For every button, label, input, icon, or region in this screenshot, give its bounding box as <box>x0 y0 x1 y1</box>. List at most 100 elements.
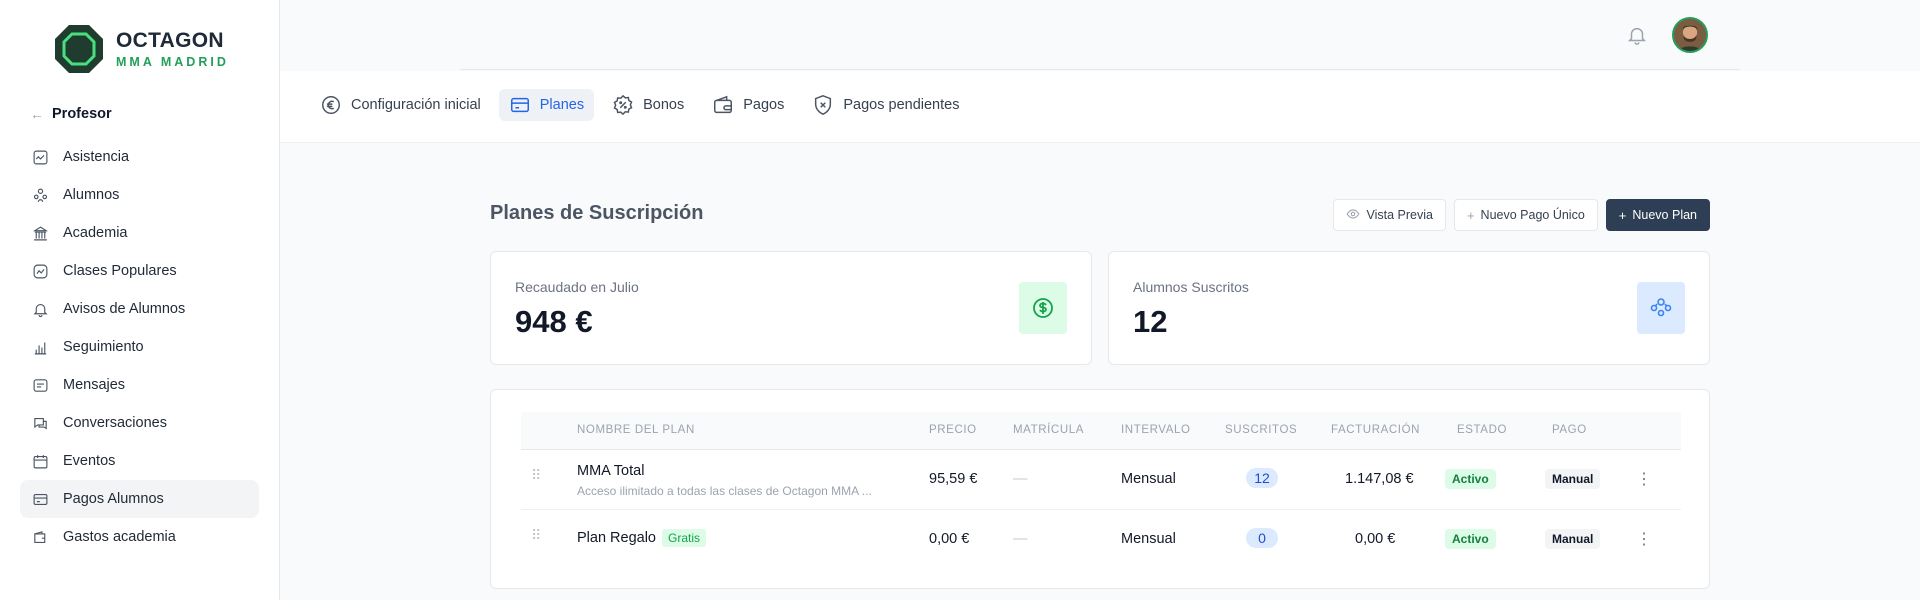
trend-icon <box>31 262 49 280</box>
stat-value: 948 € <box>515 304 593 339</box>
tab-label: Configuración inicial <box>351 97 481 113</box>
payment-method-badge: Manual <box>1545 469 1601 489</box>
subscribed-count-badge: 12 <box>1246 468 1278 488</box>
shield-x-icon <box>812 94 834 116</box>
th-subscribed: SUSCRITOS <box>1225 424 1298 436</box>
tabs: Configuración inicial Planes Bonos Pagos… <box>310 89 969 121</box>
notifications-bell-icon[interactable] <box>1626 24 1648 46</box>
plan-billing: 0,00 € <box>1355 531 1396 547</box>
th-name: NOMBRE DEL PLAN <box>577 424 695 436</box>
users-icon <box>1637 282 1685 334</box>
tab-label: Bonos <box>643 97 685 113</box>
sidebar-item-label: Eventos <box>63 453 116 469</box>
avatar-image <box>1674 19 1706 51</box>
tab-pagos[interactable]: Pagos <box>702 89 794 121</box>
wallet-icon <box>31 528 49 546</box>
sidebar-item-label: Alumnos <box>63 187 120 203</box>
back-link-label: Profesor <box>52 106 112 122</box>
plans-table: NOMBRE DEL PLAN PRECIO MATRÍCULA INTERVA… <box>490 389 1710 589</box>
status-badge: Activo <box>1445 469 1496 489</box>
sidebar-item-label: Clases Populares <box>63 263 177 279</box>
sidebar-item-mensajes[interactable]: Mensajes <box>20 366 259 404</box>
sidebar-item-label: Seguimiento <box>63 339 144 355</box>
sidebar-item-label: Asistencia <box>63 149 130 165</box>
plan-name: MMA Total <box>577 463 645 479</box>
sidebar: OCTAGON MMA MADRID ← Profesor Asistencia… <box>0 0 280 600</box>
sidebar-item-seguimiento[interactable]: Seguimiento <box>20 328 259 366</box>
calendar-icon <box>31 452 49 470</box>
th-payment: PAGO <box>1552 424 1587 436</box>
tab-label: Pagos <box>743 97 785 113</box>
new-plan-button[interactable]: + Nuevo Plan <box>1605 199 1710 231</box>
table-row[interactable]: ⠿ Plan Regalo Gratis 0,00 € — Mensual 0 0… <box>521 510 1681 570</box>
drag-handle-icon[interactable]: ⠿ <box>531 468 545 488</box>
stat-card-subscribers: Alumnos Suscritos 12 <box>1108 251 1710 365</box>
brand-text: OCTAGON MMA MADRID <box>116 29 229 70</box>
plus-icon: + <box>1466 207 1475 223</box>
status-badge: Activo <box>1445 529 1496 549</box>
new-single-payment-button[interactable]: + Nuevo Pago Único <box>1453 199 1598 231</box>
sidebar-item-label: Gastos academia <box>63 529 176 545</box>
page-actions: Vista Previa + Nuevo Pago Único + Nuevo … <box>1333 199 1710 231</box>
new-plan-label: Nuevo Plan <box>1632 208 1697 222</box>
stat-card-revenue: Recaudado en Julio 948 € <box>490 251 1092 365</box>
sidebar-item-pagos-alumnos[interactable]: Pagos Alumnos <box>20 480 259 518</box>
dollar-circle-icon <box>1019 282 1067 334</box>
page-title: Planes de Suscripción <box>490 202 704 224</box>
plan-payment: Manual <box>1545 529 1601 549</box>
sidebar-item-avisos[interactable]: Avisos de Alumnos <box>20 290 259 328</box>
sidebar-item-clases-populares[interactable]: Clases Populares <box>20 252 259 290</box>
subscribed-count-badge: 0 <box>1246 528 1278 548</box>
users-icon <box>31 186 49 204</box>
new-single-payment-label: Nuevo Pago Único <box>1480 208 1585 222</box>
brand[interactable]: OCTAGON MMA MADRID <box>54 24 229 74</box>
stat-value: 12 <box>1133 304 1168 339</box>
subnav-tabs-bar: Configuración inicial Planes Bonos Pagos… <box>280 71 1920 143</box>
sidebar-nav: Asistencia Alumnos Academia Clases Popul… <box>20 138 259 556</box>
plan-enrollment: — <box>1013 471 1028 487</box>
plan-interval: Mensual <box>1121 531 1176 547</box>
tab-configuracion-inicial[interactable]: Configuración inicial <box>310 89 491 121</box>
more-options-icon[interactable]: ⋮ <box>1636 469 1652 489</box>
sidebar-item-label: Mensajes <box>63 377 126 393</box>
plan-payment: Manual <box>1545 469 1601 489</box>
bell-icon <box>31 300 49 318</box>
sidebar-item-label: Pagos Alumnos <box>63 491 164 507</box>
card-icon <box>31 490 49 508</box>
table-row[interactable]: ⠿ MMA Total Acceso ilimitado a todas las… <box>521 450 1681 510</box>
sidebar-item-asistencia[interactable]: Asistencia <box>20 138 259 176</box>
plan-status: Activo <box>1445 529 1496 549</box>
sidebar-item-gastos-academia[interactable]: Gastos academia <box>20 518 259 556</box>
plan-name: Plan Regalo Gratis <box>577 529 707 547</box>
payment-method-badge: Manual <box>1545 529 1601 549</box>
preview-button-label: Vista Previa <box>1366 208 1433 222</box>
sidebar-item-conversaciones[interactable]: Conversaciones <box>20 404 259 442</box>
octagon-logo-icon <box>55 25 103 73</box>
plan-subscribed: 12 <box>1246 468 1278 488</box>
euro-icon <box>320 94 342 116</box>
brand-subtitle: MMA MADRID <box>116 54 229 69</box>
plan-price: 95,59 € <box>929 471 978 487</box>
tab-planes[interactable]: Planes <box>498 89 595 121</box>
sidebar-item-alumnos[interactable]: Alumnos <box>20 176 259 214</box>
building-icon <box>31 224 49 242</box>
tab-label: Planes <box>539 97 585 113</box>
drag-handle-icon[interactable]: ⠿ <box>531 528 545 548</box>
plan-subscribed: 0 <box>1246 528 1278 548</box>
arrow-left-icon: ← <box>30 106 44 122</box>
sidebar-item-label: Avisos de Alumnos <box>63 301 186 317</box>
plan-name-text: Plan Regalo <box>577 530 656 546</box>
plan-price: 0,00 € <box>929 531 970 547</box>
free-badge: Gratis <box>662 529 707 547</box>
card-icon <box>509 94 531 116</box>
more-options-icon[interactable]: ⋮ <box>1636 529 1652 549</box>
tab-pagos-pendientes[interactable]: Pagos pendientes <box>802 89 969 121</box>
tab-label: Pagos pendientes <box>843 97 960 113</box>
sidebar-item-academia[interactable]: Academia <box>20 214 259 252</box>
tab-bonos[interactable]: Bonos <box>602 89 694 121</box>
back-to-profesor-link[interactable]: ← Profesor <box>30 106 112 122</box>
user-avatar[interactable] <box>1672 17 1708 53</box>
sidebar-item-eventos[interactable]: Eventos <box>20 442 259 480</box>
message-icon <box>31 376 49 394</box>
preview-button[interactable]: Vista Previa <box>1333 199 1446 231</box>
